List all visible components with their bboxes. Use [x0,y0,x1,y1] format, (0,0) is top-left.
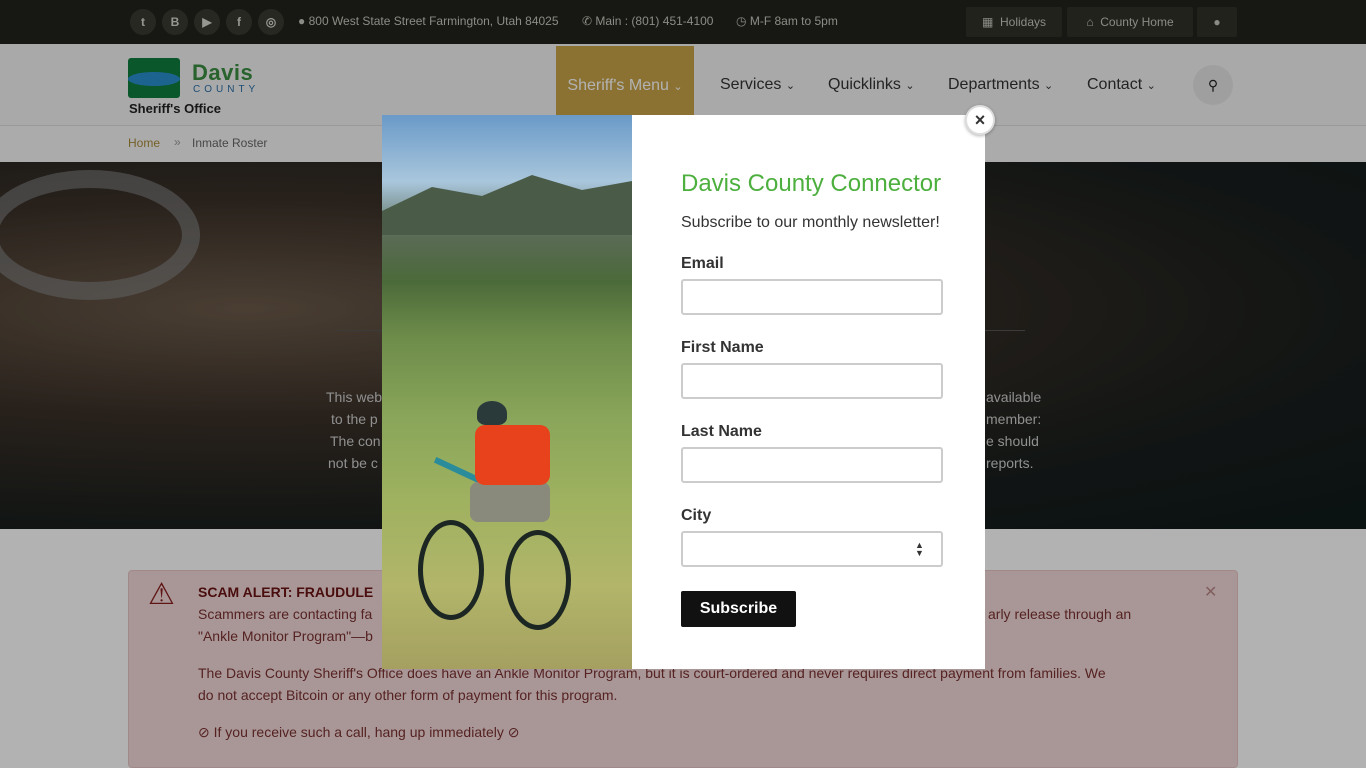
bike-wheel-rear [418,520,484,620]
subscribe-button[interactable]: Subscribe [681,591,796,627]
select-arrows-icon: ▲ ▼ [915,540,924,558]
first-name-field[interactable] [681,363,943,399]
first-name-label: First Name [681,339,764,356]
modal-close-button[interactable]: × [965,105,995,135]
last-name-label: Last Name [681,423,762,440]
last-name-field[interactable] [681,447,943,483]
rider-shirt [475,425,550,485]
modal-subtitle: Subscribe to our monthly newsletter! [681,214,940,231]
email-field[interactable] [681,279,943,315]
email-label: Email [681,255,724,272]
rider-helmet [477,401,507,425]
city-label: City [681,507,712,524]
modal-title: Davis County Connector [681,170,942,197]
city-select[interactable] [681,531,943,567]
bike-wheel-front [505,530,571,630]
rider-shorts [470,482,550,522]
